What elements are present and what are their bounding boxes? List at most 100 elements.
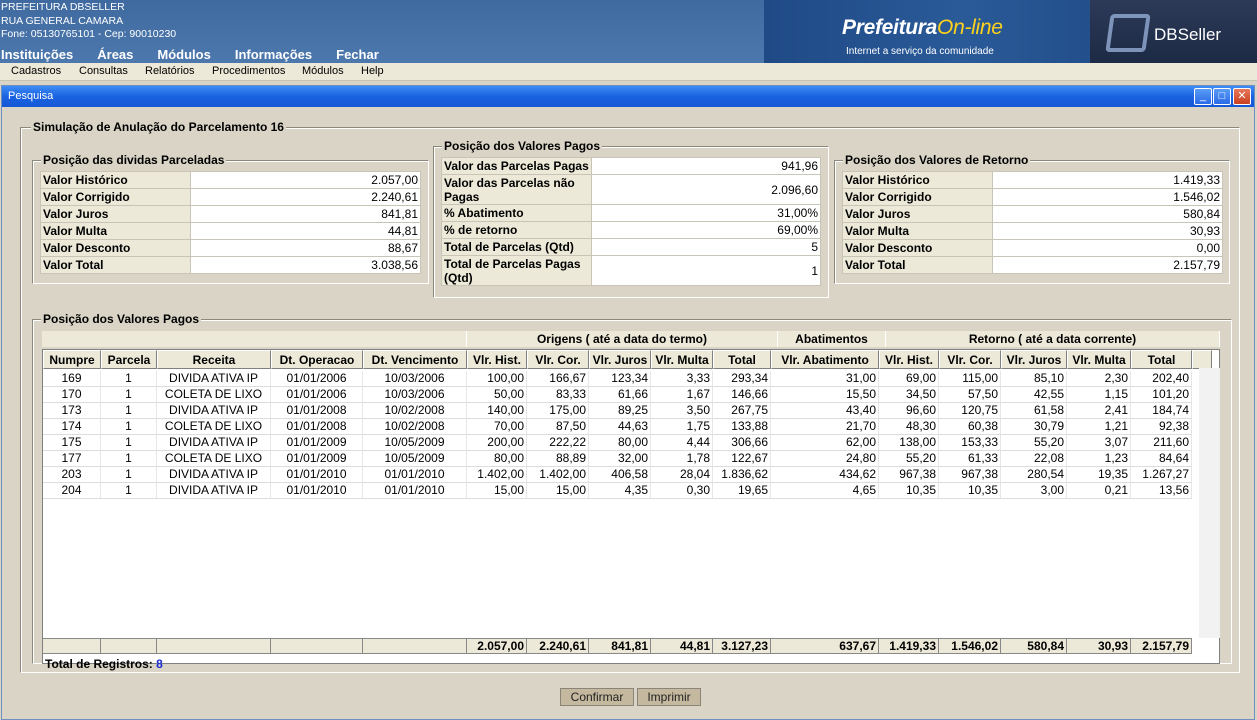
menubar-modulos[interactable]: Módulos [302,65,344,77]
pagos-row: Valor das Parcelas Pagas 941,96 [441,157,821,175]
cell-orig-vlr-cor: 88,89 [527,451,589,467]
cell-receita: COLETA DE LIXO [157,419,271,435]
menubar-relatorios[interactable]: Relatórios [145,65,195,77]
column-header-dt-operacao[interactable]: Dt. Operacao [271,350,363,369]
cell-orig-vlr-multa: 4,44 [651,435,713,451]
cell-orig-vlr-hist: 1.402,00 [467,467,527,483]
menu-informacoes[interactable]: Informações [235,47,312,62]
total-ret-vlr-juros: 580,84 [1001,638,1067,654]
retorno-row: Valor Desconto 0,00 [842,239,1223,257]
menu-modulos[interactable]: Módulos [157,47,210,62]
cell-ret-vlr-multa: 3,07 [1067,435,1131,451]
print-button[interactable]: Imprimir [637,688,701,706]
cell-ret-total: 84,64 [1131,451,1192,467]
menubar-procedimentos[interactable]: Procedimentos [212,65,285,77]
menu-areas[interactable]: Áreas [97,47,133,62]
cell-ret-vlr-juros: 22,08 [1001,451,1067,467]
header-left-panel: PREFEITURA DBSELLER RUA GENERAL CAMARA F… [0,0,764,63]
dividas-row: Valor Corrigido 2.240,61 [40,188,421,206]
column-header-orig-vlr-juros[interactable]: Vlr. Juros [589,350,651,369]
confirm-button[interactable]: Confirmar [560,688,634,706]
cell-vlr-abatimento: 43,40 [771,403,879,419]
cell-ret-vlr-hist: 967,38 [879,467,939,483]
cell-orig-total: 146,66 [713,387,771,403]
retorno-legend: Posição dos Valores de Retorno [843,153,1031,167]
close-icon[interactable]: ✕ [1233,88,1251,105]
table-row[interactable]: 175 1 DIVIDA ATIVA IP 01/01/2009 10/05/2009 2… [43,435,1192,451]
total-dt-operacao [271,638,363,654]
cell-vlr-abatimento: 62,00 [771,435,879,451]
logo-word: Prefeitura [842,16,938,39]
column-header-dt-vencimento[interactable]: Dt. Vencimento [363,350,467,369]
dividas-fieldset: Posição das dividas Parceladas Valor His… [32,153,429,284]
total-ret-vlr-multa: 30,93 [1067,638,1131,654]
column-header-ret-vlr-multa[interactable]: Vlr. Multa [1067,350,1131,369]
dividas-value: 2.240,61 [190,188,421,206]
menubar-help[interactable]: Help [361,65,384,77]
table-row[interactable]: 173 1 DIVIDA ATIVA IP 01/01/2008 10/02/2008 1… [43,403,1192,419]
grid-scrollbar[interactable] [1199,368,1220,638]
cell-numpre: 175 [43,435,101,451]
cell-orig-vlr-juros: 406,58 [589,467,651,483]
group-header-origens: Origens ( até a data do termo) [467,331,778,347]
pagos-label: % de retorno [441,221,592,239]
column-header-vlr-abatimento[interactable]: Vlr. Abatimento [771,350,879,369]
total-parcela [101,638,157,654]
minimize-icon[interactable]: _ [1194,88,1212,105]
column-header-orig-vlr-cor[interactable]: Vlr. Cor. [527,350,589,369]
cell-dt-operacao: 01/01/2006 [271,371,363,387]
menubar-consultas[interactable]: Consultas [79,65,128,77]
table-row[interactable]: 170 1 COLETA DE LIXO 01/01/2006 10/03/2006 50… [43,387,1192,403]
cell-orig-vlr-hist: 15,00 [467,483,527,499]
cell-orig-vlr-juros: 44,63 [589,419,651,435]
dividas-value: 841,81 [190,205,421,223]
cell-orig-vlr-multa: 28,04 [651,467,713,483]
cell-orig-vlr-multa: 1,78 [651,451,713,467]
cell-dt-vencimento: 10/05/2009 [363,435,467,451]
menu-instituicoes[interactable]: Instituições [1,47,73,62]
cell-vlr-abatimento: 15,50 [771,387,879,403]
cell-orig-vlr-cor: 15,00 [527,483,589,499]
table-row[interactable]: 177 1 COLETA DE LIXO 01/01/2009 10/05/2009 80… [43,451,1192,467]
table-row[interactable]: 204 1 DIVIDA ATIVA IP 01/01/2010 01/01/2010 1… [43,483,1192,499]
cell-dt-operacao: 01/01/2008 [271,419,363,435]
table-row[interactable]: 203 1 DIVIDA ATIVA IP 01/01/2010 01/01/2010 1… [43,467,1192,483]
dividas-legend: Posição das dividas Parceladas [41,153,227,167]
retorno-label: Valor Desconto [842,239,993,257]
total-ret-vlr-cor: 1.546,02 [939,638,1001,654]
dividas-value: 88,67 [190,239,421,257]
column-header-orig-total[interactable]: Total [713,350,771,369]
dividas-table: Valor Histórico 2.057,00 Valor Corrigido 2… [40,171,421,274]
menu-fechar[interactable]: Fechar [336,47,379,62]
cell-receita: DIVIDA ATIVA IP [157,483,271,499]
total-orig-vlr-juros: 841,81 [589,638,651,654]
column-header-ret-total[interactable]: Total [1131,350,1192,369]
table-row[interactable]: 169 1 DIVIDA ATIVA IP 01/01/2006 10/03/2006 1… [43,371,1192,387]
column-header-ret-vlr-juros[interactable]: Vlr. Juros [1001,350,1067,369]
pagos-value: 5 [591,238,821,256]
column-header-parcela[interactable]: Parcela [101,350,157,369]
cell-receita: DIVIDA ATIVA IP [157,467,271,483]
column-header-orig-vlr-multa[interactable]: Vlr. Multa [651,350,713,369]
cell-orig-vlr-hist: 50,00 [467,387,527,403]
cell-parcela: 1 [101,403,157,419]
cell-dt-vencimento: 01/01/2010 [363,467,467,483]
cell-dt-vencimento: 10/03/2006 [363,371,467,387]
cell-ret-vlr-cor: 10,35 [939,483,1001,499]
cell-receita: COLETA DE LIXO [157,387,271,403]
cell-dt-vencimento: 10/05/2009 [363,451,467,467]
org-name: PREFEITURA DBSELLER [1,1,125,13]
cell-numpre: 169 [43,371,101,387]
grid-header-row: Numpre Parcela Receita Dt. Operacao Dt. Venc… [43,350,1212,369]
menubar-cadastros[interactable]: Cadastros [11,65,61,77]
table-row[interactable]: 174 1 COLETA DE LIXO 01/01/2008 10/02/2008 70… [43,419,1192,435]
column-header-ret-vlr-hist[interactable]: Vlr. Hist. [879,350,939,369]
cell-orig-vlr-cor: 222,22 [527,435,589,451]
column-header-numpre[interactable]: Numpre [43,350,101,369]
retorno-label: Valor Juros [842,205,993,223]
maximize-icon[interactable]: □ [1213,88,1231,105]
column-header-orig-vlr-hist[interactable]: Vlr. Hist. [467,350,527,369]
column-header-ret-vlr-cor[interactable]: Vlr. Cor. [939,350,1001,369]
pagos-value: 941,96 [591,157,821,175]
column-header-receita[interactable]: Receita [157,350,271,369]
